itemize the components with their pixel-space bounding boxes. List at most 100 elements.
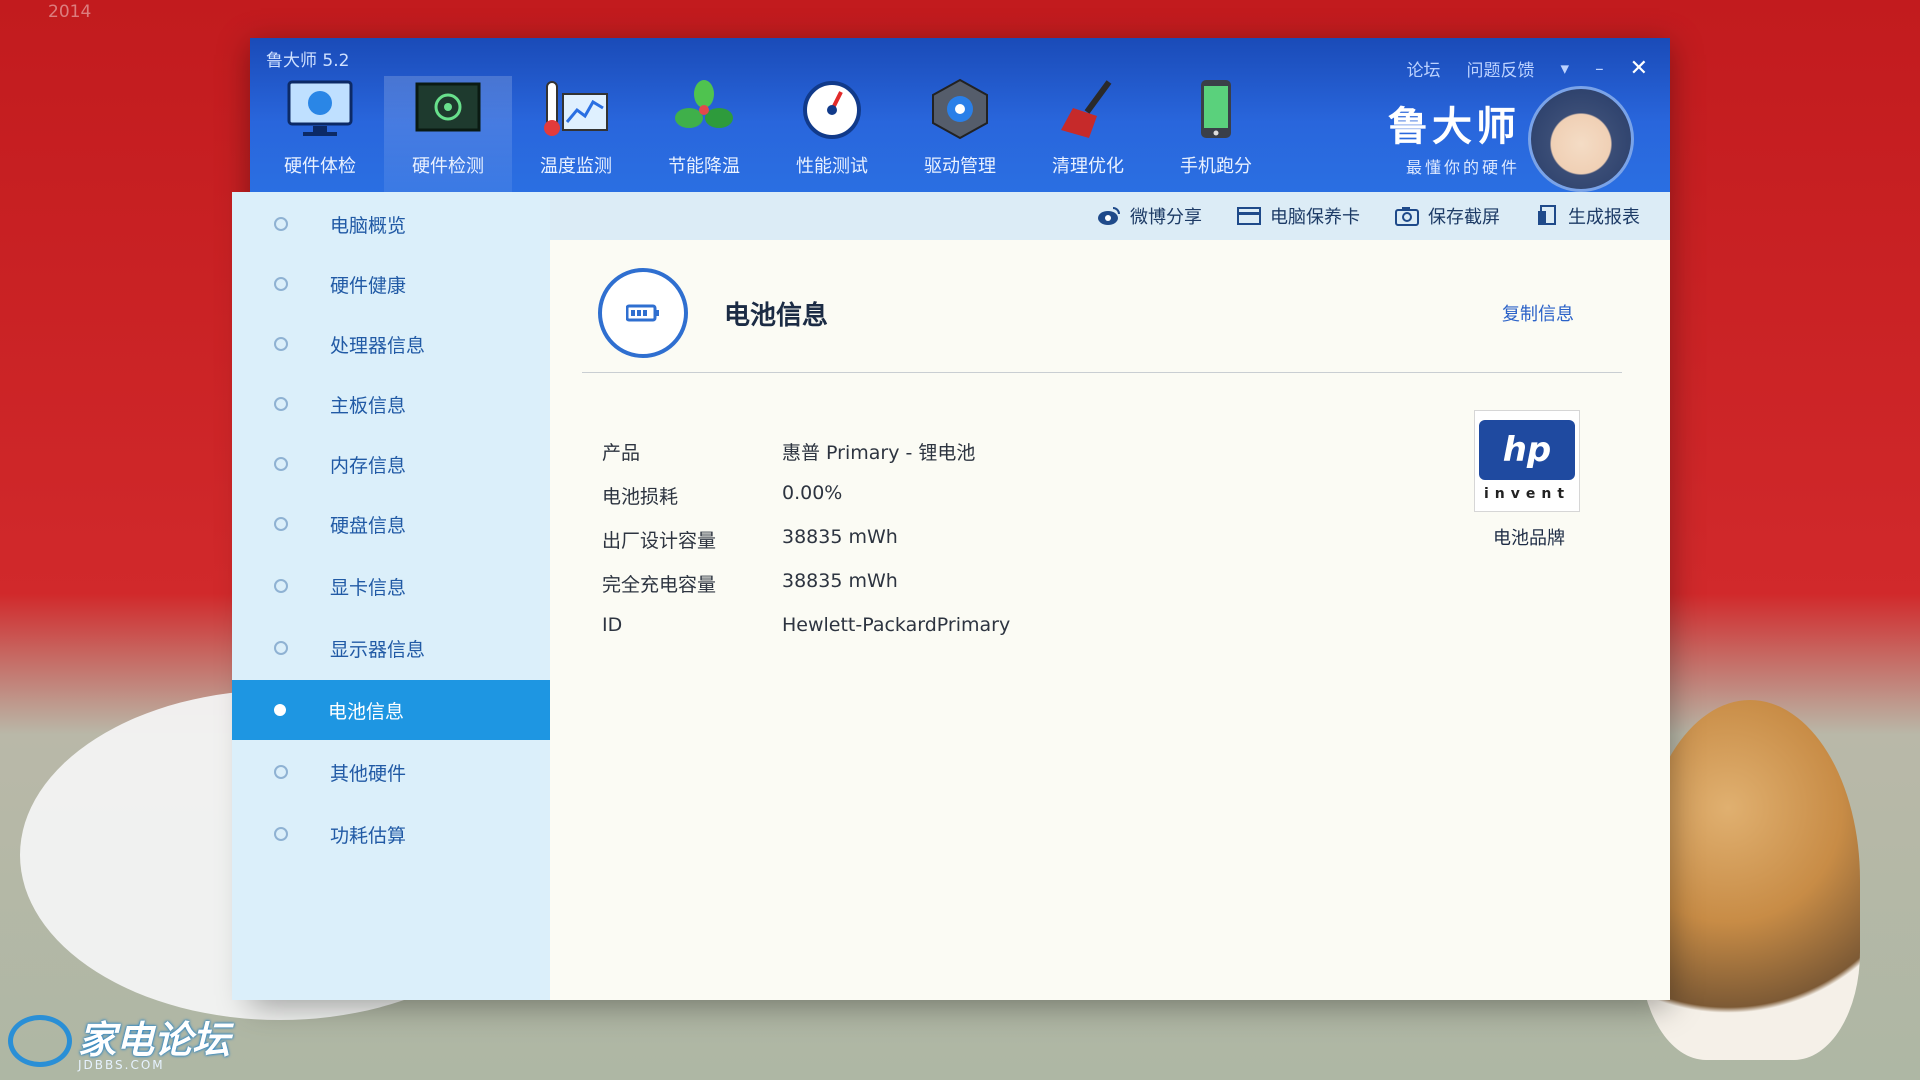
divider	[582, 372, 1622, 373]
feedback-link[interactable]: 问题反馈	[1467, 56, 1535, 81]
bullet-icon	[274, 765, 288, 779]
battery-brand-label: 电池品牌	[1493, 528, 1565, 549]
info-value: 38835 mWh	[782, 526, 898, 548]
tool-driver-management[interactable]: 驱动管理	[896, 76, 1024, 192]
bullet-icon	[274, 517, 288, 531]
tool-phone-benchmark[interactable]: 手机跑分	[1152, 76, 1280, 192]
sidebar-item-label: 主板信息	[330, 394, 407, 417]
tool-label: 硬件体检	[284, 156, 356, 177]
sidebar: 电脑概览 硬件健康 处理器信息 主板信息 内存信息 硬盘信息 显卡信息 显示器信…	[232, 192, 550, 1000]
app-title: 鲁大师 5.2	[266, 51, 350, 71]
camera-icon	[1394, 205, 1420, 227]
bullet-icon	[274, 217, 288, 231]
info-row-id: ID Hewlett-PackardPrimary	[602, 614, 1010, 636]
gear-hex-icon	[924, 76, 996, 142]
info-row-design-capacity: 出厂设计容量 38835 mWh	[602, 526, 898, 553]
info-row-product: 产品 惠普 Primary - 锂电池	[602, 438, 975, 465]
generate-report-button[interactable]: 生成报表	[1534, 203, 1640, 229]
tool-label: 手机跑分	[1180, 156, 1252, 177]
bullet-icon	[274, 397, 288, 411]
info-key: 完全充电容量	[602, 574, 717, 596]
hp-logo: hp invent	[1474, 410, 1580, 512]
minimize-button[interactable]: –	[1595, 59, 1604, 79]
phone-icon	[1180, 76, 1252, 142]
hp-tagline: invent	[1483, 486, 1571, 502]
sidebar-item-label: 电脑概览	[330, 214, 407, 237]
sidebar-item-health[interactable]: 硬件健康	[232, 254, 550, 314]
forum-link[interactable]: 论坛	[1407, 56, 1441, 81]
sidebar-item-other-hardware[interactable]: 其他硬件	[232, 742, 550, 802]
section-title: 电池信息	[724, 300, 829, 331]
forum-logo-icon	[8, 1014, 72, 1067]
info-key: 出厂设计容量	[602, 530, 717, 552]
sidebar-item-label: 内存信息	[330, 454, 407, 477]
sidebar-item-cpu[interactable]: 处理器信息	[232, 314, 550, 374]
tool-label: 节能降温	[668, 156, 740, 177]
sidebar-item-display[interactable]: 显示器信息	[232, 618, 550, 678]
sidebar-item-overview[interactable]: 电脑概览	[232, 194, 550, 254]
report-icon	[1534, 205, 1560, 227]
mascot-avatar[interactable]	[1528, 86, 1634, 192]
app-window: 鲁大师 5.2 论坛 问题反馈 ▾ – ✕ 硬件体检 硬件检测 温度监测 节能降…	[232, 38, 1670, 1000]
sidebar-item-memory[interactable]: 内存信息	[232, 434, 550, 494]
tool-performance-test[interactable]: 性能测试	[768, 76, 896, 192]
sidebar-item-gpu[interactable]: 显卡信息	[232, 556, 550, 616]
sidebar-item-label: 功耗估算	[330, 824, 407, 847]
background-year: 2014	[48, 2, 92, 22]
weibo-share-label: 微博分享	[1130, 207, 1202, 228]
info-value: 0.00%	[782, 482, 843, 504]
sidebar-item-label: 硬件健康	[330, 274, 407, 297]
brand-slogan: 最懂你的硬件	[1405, 158, 1520, 177]
bullet-icon	[274, 641, 288, 655]
maintenance-card-button[interactable]: 电脑保养卡	[1236, 203, 1360, 229]
sidebar-item-label: 其他硬件	[330, 762, 407, 785]
tool-label: 温度监测	[540, 156, 612, 177]
save-screenshot-button[interactable]: 保存截屏	[1394, 203, 1500, 229]
weibo-share-button[interactable]: 微博分享	[1096, 203, 1202, 229]
info-row-full-charge-capacity: 完全充电容量 38835 mWh	[602, 570, 898, 597]
info-value: Hewlett-PackardPrimary	[782, 614, 1011, 636]
background-cat	[1640, 700, 1860, 1060]
thermometer-chart-icon	[540, 76, 612, 142]
bullet-icon	[274, 827, 288, 841]
battery-icon	[598, 268, 688, 358]
fan-icon	[668, 76, 740, 142]
tool-label: 硬件检测	[412, 156, 484, 177]
sidebar-item-power-estimate[interactable]: 功耗估算	[232, 804, 550, 864]
circuit-board-icon	[412, 76, 484, 142]
sidebar-item-battery[interactable]: 电池信息	[232, 680, 550, 740]
tool-hardware-checkup[interactable]: 硬件体检	[256, 76, 384, 192]
bullet-icon	[274, 337, 288, 351]
generate-report-label: 生成报表	[1568, 207, 1640, 228]
hp-mark: hp	[1479, 420, 1575, 480]
sidebar-item-label: 处理器信息	[330, 334, 426, 357]
action-bar: 微博分享 电脑保养卡 保存截屏 生成报表	[550, 192, 1670, 240]
tool-cleanup[interactable]: 清理优化	[1024, 76, 1152, 192]
broom-icon	[1052, 76, 1124, 142]
sidebar-item-label: 显示器信息	[330, 638, 426, 661]
main-toolbar: 硬件体检 硬件检测 温度监测 节能降温 性能测试 驱动管理 清理优化 手机跑分	[256, 76, 1280, 192]
info-key: 电池损耗	[602, 486, 679, 508]
bullet-icon	[274, 277, 288, 291]
info-row-wear: 电池损耗 0.00%	[602, 482, 842, 509]
monitor-check-icon	[284, 76, 356, 142]
window-controls: 论坛 问题反馈 ▾ – ✕	[1407, 56, 1648, 81]
sidebar-item-motherboard[interactable]: 主板信息	[232, 374, 550, 434]
menu-dropdown-icon[interactable]: ▾	[1561, 59, 1570, 79]
sidebar-item-label: 电池信息	[328, 700, 405, 723]
forum-name: 家电论坛	[78, 1018, 231, 1062]
tool-hardware-detect[interactable]: 硬件检测	[384, 76, 512, 192]
bullet-icon	[274, 579, 288, 593]
close-button[interactable]: ✕	[1630, 56, 1648, 81]
title-bar: 鲁大师 5.2 论坛 问题反馈 ▾ – ✕ 硬件体检 硬件检测 温度监测 节能降…	[250, 38, 1670, 192]
tool-temperature[interactable]: 温度监测	[512, 76, 640, 192]
info-value: 38835 mWh	[782, 570, 898, 592]
sidebar-item-disk[interactable]: 硬盘信息	[232, 494, 550, 554]
brand-block: 鲁大师 最懂你的硬件	[1388, 94, 1520, 178]
tool-label: 清理优化	[1052, 156, 1124, 177]
tool-energy-saving[interactable]: 节能降温	[640, 76, 768, 192]
brand-name: 鲁大师	[1388, 104, 1520, 150]
info-key: 产品	[602, 442, 641, 464]
info-value: 惠普 Primary - 锂电池	[782, 442, 976, 464]
copy-info-link[interactable]: 复制信息	[1502, 300, 1574, 326]
